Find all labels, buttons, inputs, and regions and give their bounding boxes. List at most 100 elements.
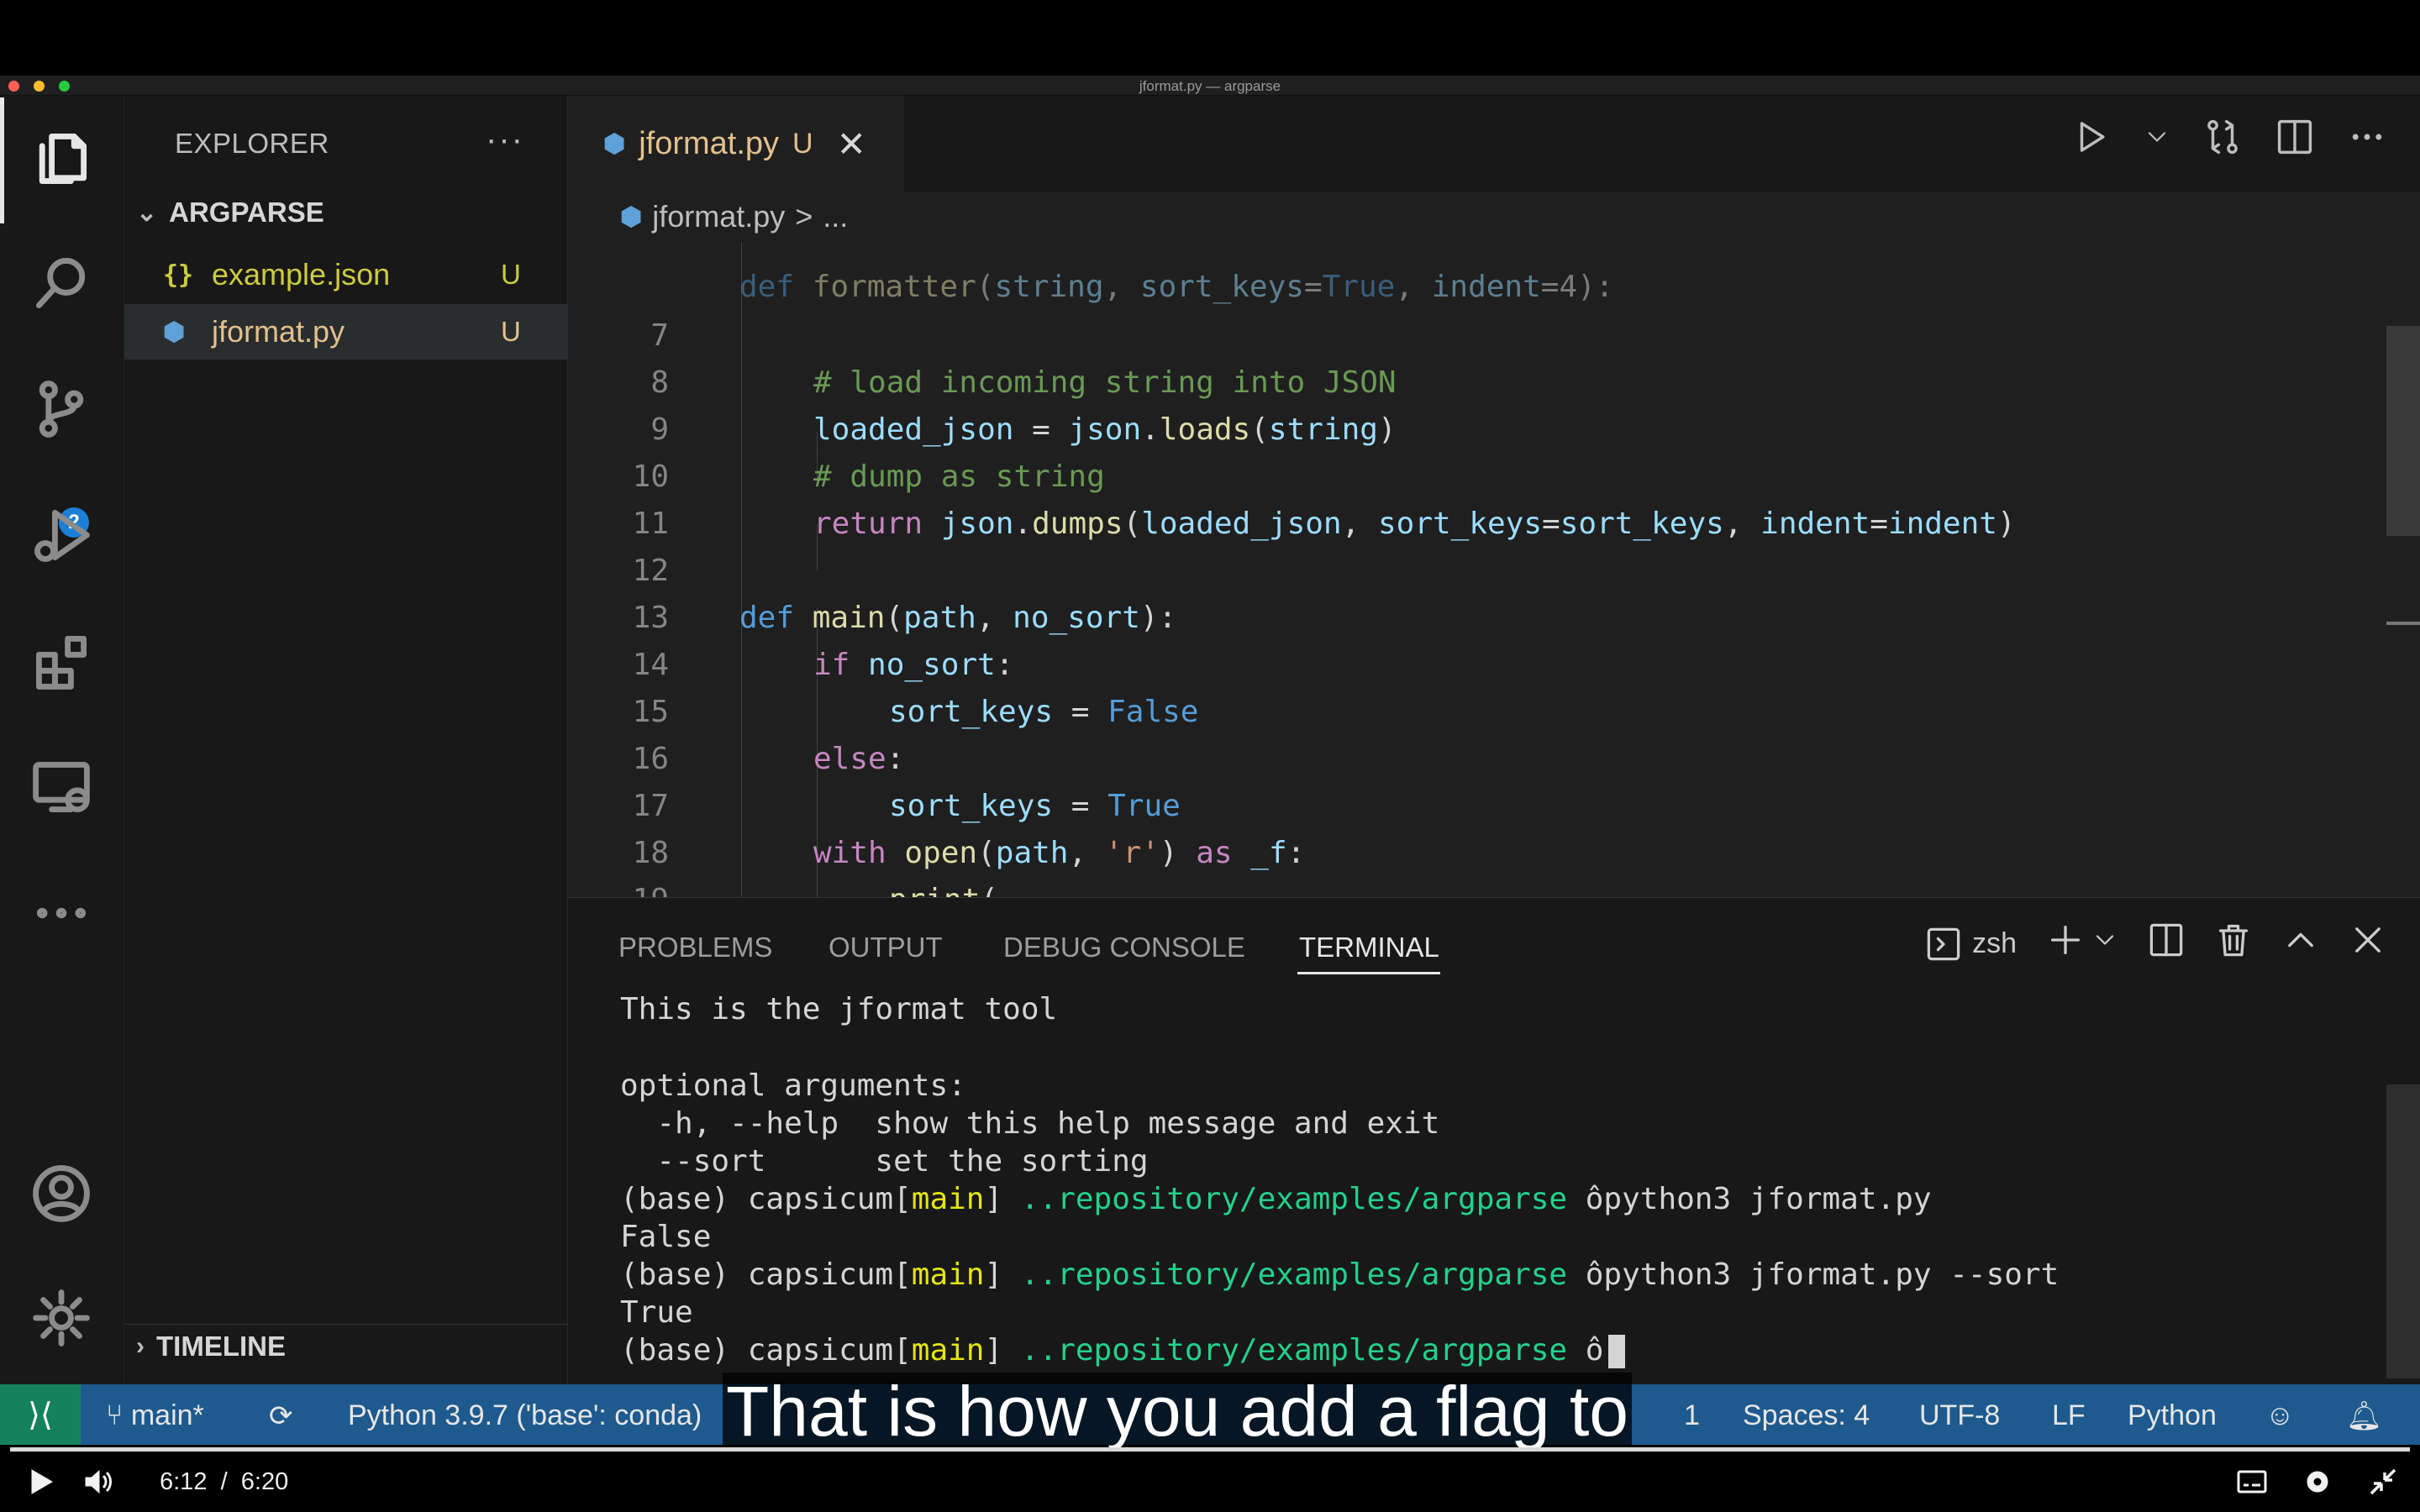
code-editor[interactable]: def formatter(string, sort_keys=True, in… <box>568 242 2420 897</box>
tab-debug-console[interactable]: DEBUG CONSOLE <box>1003 932 1245 963</box>
breadcrumb-symbol[interactable]: ... <box>823 199 848 234</box>
volume-icon[interactable] <box>81 1465 114 1505</box>
active-indicator <box>0 97 4 223</box>
folder-header[interactable]: ⌄ ARGPARSE <box>136 197 324 228</box>
exit-fullscreen-icon[interactable] <box>2366 1465 2400 1505</box>
terminal-line: --sort set the sorting <box>620 1144 1149 1179</box>
timeline-header[interactable]: › TIMELINE <box>136 1331 286 1362</box>
editor-tabbar: ⬢ jformat.py U ✕ <box>568 96 2420 192</box>
panel-actions: zsh <box>1925 921 2386 966</box>
video-caption: That is how you add a flag to <box>723 1373 1632 1450</box>
git-status-badge: U <box>501 259 521 290</box>
editor-actions <box>2072 118 2386 160</box>
tab-terminal[interactable]: TERMINAL <box>1299 932 1439 963</box>
file-item-jformat-py[interactable]: ⬢ jformat.py U <box>124 304 567 360</box>
split-terminal-icon[interactable] <box>2148 921 2185 966</box>
cursor-position-partial[interactable]: 1 <box>1684 1399 1700 1432</box>
file-name: example.json <box>212 257 391 291</box>
terminal-line: -h, --help show this help message and ex… <box>620 1106 1440 1141</box>
tab-problems[interactable]: PROBLEMS <box>618 932 772 963</box>
tab-git-status: U <box>792 127 813 160</box>
search-icon[interactable] <box>25 247 97 319</box>
branch-icon: ⑂ <box>106 1399 131 1431</box>
code-line: 16 sort_keys = True <box>632 742 1181 823</box>
git-branch-status[interactable]: ⑂ main* <box>106 1399 204 1432</box>
editor-scrollbar[interactable] <box>2386 326 2420 536</box>
new-terminal-icon[interactable] <box>2047 921 2084 966</box>
terminal-shell-selector[interactable]: zsh <box>1925 926 2017 963</box>
code-line: 10 return json.dumps(loaded_json, sort_k… <box>632 459 2016 541</box>
sidebar-divider <box>124 1324 568 1325</box>
settings-gear-icon[interactable] <box>2301 1465 2334 1505</box>
file-item-example-json[interactable]: {} example.json U <box>124 247 567 302</box>
python-file-icon: ⬢ <box>603 129 626 158</box>
terminal-line: True <box>620 1295 693 1330</box>
settings-gear-icon[interactable] <box>25 1282 97 1354</box>
accounts-icon[interactable] <box>25 1158 97 1230</box>
folder-name: ARGPARSE <box>169 197 324 228</box>
python-interpreter[interactable]: Python 3.9.7 ('base': conda) <box>348 1399 702 1432</box>
code-line: 17 with open(path, 'r') as _f: <box>632 789 1306 870</box>
remote-indicator-icon[interactable]: ⟩⟨ <box>0 1384 81 1445</box>
notifications-bell-icon[interactable]: 🔔︎ <box>2346 1399 2382 1433</box>
tab-label: jformat.py <box>639 125 780 161</box>
code-line: 7 # load incoming string into JSON <box>650 318 1397 400</box>
timeline-label: TIMELINE <box>156 1331 286 1362</box>
split-editor-icon[interactable] <box>2275 118 2314 160</box>
more-icon[interactable] <box>25 877 97 949</box>
feedback-icon[interactable]: ☺ <box>2265 1399 2295 1432</box>
more-actions-icon[interactable] <box>2348 118 2386 160</box>
active-tab-underline <box>1297 972 1440 974</box>
breadcrumb[interactable]: ⬢ jformat.py > ... <box>568 192 2420 242</box>
breadcrumb-file[interactable]: jformat.py <box>652 199 785 234</box>
video-time: 6:12 / 6:20 <box>160 1468 289 1495</box>
code-line: 15 else: <box>632 695 905 776</box>
chevron-down-icon: ⌄ <box>136 198 158 227</box>
code-line: 19 formatter(_f.read(), sort_keys=sort_k… <box>568 830 2375 897</box>
window-title: jformat.py — argparse <box>1139 78 1281 94</box>
subtitles-icon[interactable] <box>2235 1465 2269 1505</box>
code-line: 8 loaded_json = json.loads(string) <box>650 365 1397 447</box>
explorer-icon[interactable] <box>25 123 97 195</box>
terminal-line: This is the jformat tool <box>620 992 1058 1026</box>
sync-icon[interactable]: ⟳ <box>269 1399 293 1433</box>
file-encoding[interactable]: UTF-8 <box>1919 1399 2000 1432</box>
terminal-line: optional arguments: <box>620 1068 966 1103</box>
run-python-file-icon[interactable] <box>2072 118 2111 160</box>
git-status-badge: U <box>501 316 521 347</box>
terminal-scrollbar[interactable] <box>2386 1084 2420 1378</box>
tab-output[interactable]: OUTPUT <box>829 932 943 963</box>
maximize-panel-chevron-up-icon[interactable] <box>2282 921 2319 966</box>
end-of-line[interactable]: LF <box>2052 1399 2086 1432</box>
terminal-dropdown-chevron-icon[interactable] <box>2092 927 2118 960</box>
terminal-prompt-line: (base) capsicum[main] ..repository/examp… <box>620 1257 2060 1292</box>
explorer-sidebar: EXPLORER ··· ⌄ ARGPARSE {} example.json … <box>124 96 568 1384</box>
remote-explorer-icon[interactable] <box>25 751 97 823</box>
run-debug-icon[interactable] <box>25 499 97 571</box>
window-titlebar: jformat.py — argparse <box>0 76 2420 96</box>
source-control-icon[interactable] <box>25 373 97 445</box>
chevron-right-icon: › <box>136 1332 145 1360</box>
close-panel-icon[interactable] <box>2349 921 2386 966</box>
terminal-icon <box>1927 927 1960 960</box>
code-line: 13 if no_sort: <box>632 601 1014 682</box>
kill-terminal-trash-icon[interactable] <box>2215 921 2252 966</box>
terminal-output[interactable]: This is the jformat tool optional argume… <box>620 990 2368 1369</box>
play-icon[interactable] <box>24 1465 57 1505</box>
code-line: 12 def main(path, no_sort): <box>632 554 1177 635</box>
indentation-spaces[interactable]: Spaces: 4 <box>1743 1399 1870 1432</box>
terminal-line: False <box>620 1220 712 1254</box>
activity-bar: 2 <box>0 96 124 1384</box>
code-line: 11 <box>632 507 669 541</box>
sidebar-title: EXPLORER <box>175 128 329 159</box>
compare-changes-icon[interactable] <box>2203 118 2242 160</box>
python-file-icon: ⬢ <box>163 317 186 347</box>
tab-jformat-py[interactable]: ⬢ jformat.py U ✕ <box>568 96 904 192</box>
sidebar-more-actions[interactable]: ··· <box>486 121 524 159</box>
video-controls: 6:12 / 6:20 <box>0 1452 2420 1512</box>
run-dropdown-chevron-icon[interactable] <box>2144 124 2170 154</box>
close-tab-icon[interactable]: ✕ <box>837 123 866 165</box>
terminal-prompt-line: (base) capsicum[main] ..repository/examp… <box>620 1182 1932 1216</box>
language-mode[interactable]: Python <box>2128 1399 2217 1432</box>
extensions-icon[interactable] <box>25 625 97 697</box>
